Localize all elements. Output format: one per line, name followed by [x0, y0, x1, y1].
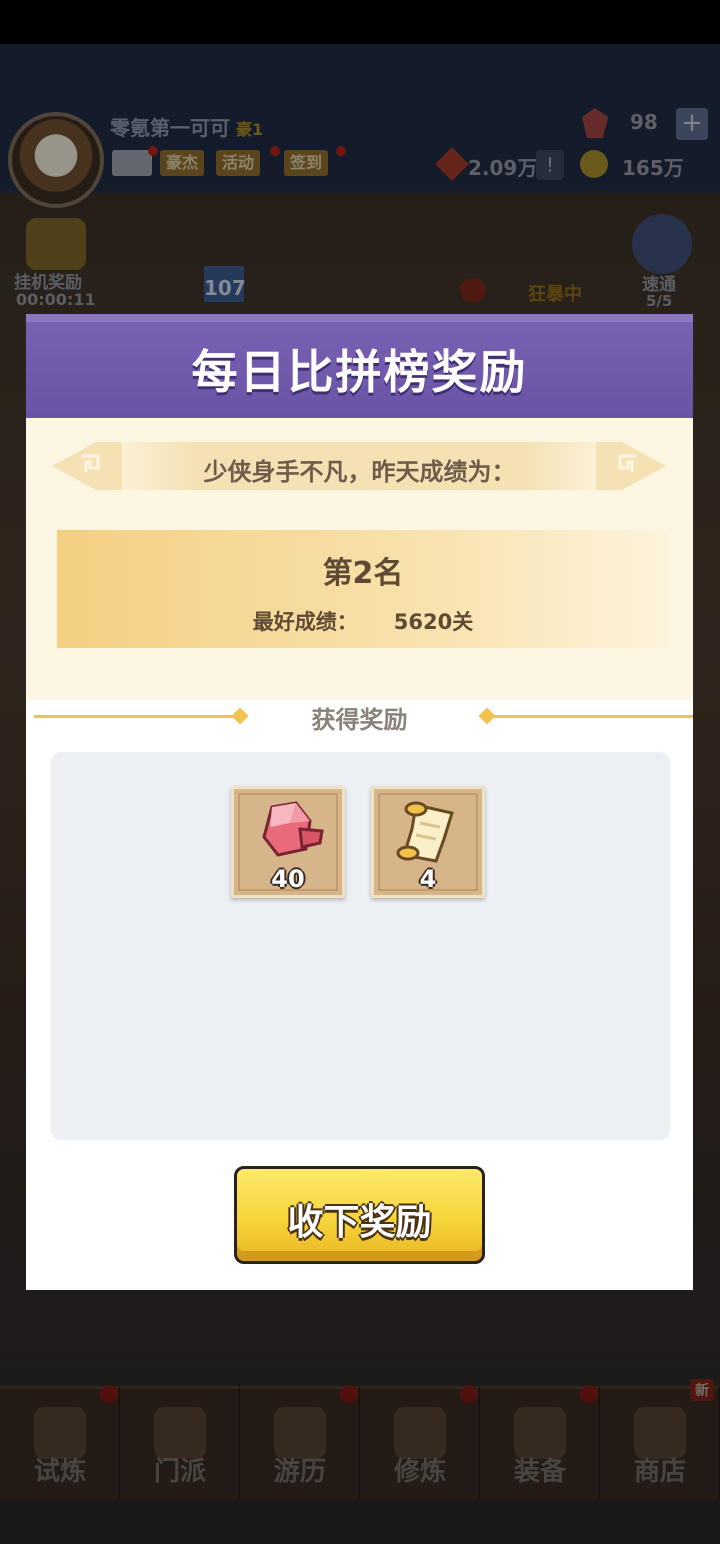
claim-button-label: 收下奖励 [287, 1202, 432, 1243]
claim-reward-button[interactable]: 收下奖励 [234, 1166, 485, 1264]
best-score-label: 最好成绩： [252, 610, 358, 634]
best-score-row: 最好成绩： 5620关 [57, 606, 669, 636]
rank-text: 第2名 [322, 556, 404, 591]
rewards-heading: 获得奖励 [311, 706, 408, 734]
rewards-panel: 40 4 [51, 752, 670, 1140]
result-area: 少侠身手不凡，昨天成绩为： 第2名 最好成绩： 5620关 [26, 418, 693, 700]
reward-item-scroll[interactable]: 4 [371, 786, 485, 898]
rank-box: 第2名 最好成绩： 5620关 [57, 530, 669, 648]
dialog-title: 每日比拼榜奖励 [191, 345, 528, 399]
ruby-gem-icon [262, 801, 324, 857]
reward-quantity: 40 [271, 865, 305, 893]
daily-ranking-reward-dialog: 每日比拼榜奖励 少侠身手不凡，昨天成绩为： 第2名 最好成绩： 5620关 获得奖… [26, 314, 693, 1290]
status-bar [0, 0, 720, 44]
reward-quantity: 4 [419, 865, 437, 893]
reward-item-gem[interactable]: 40 [231, 786, 345, 898]
dialog-header: 每日比拼榜奖励 [26, 314, 693, 418]
result-subtitle: 少侠身手不凡，昨天成绩为： [203, 458, 516, 486]
scroll-icon [396, 801, 454, 863]
best-score-value: 5620关 [393, 610, 474, 634]
